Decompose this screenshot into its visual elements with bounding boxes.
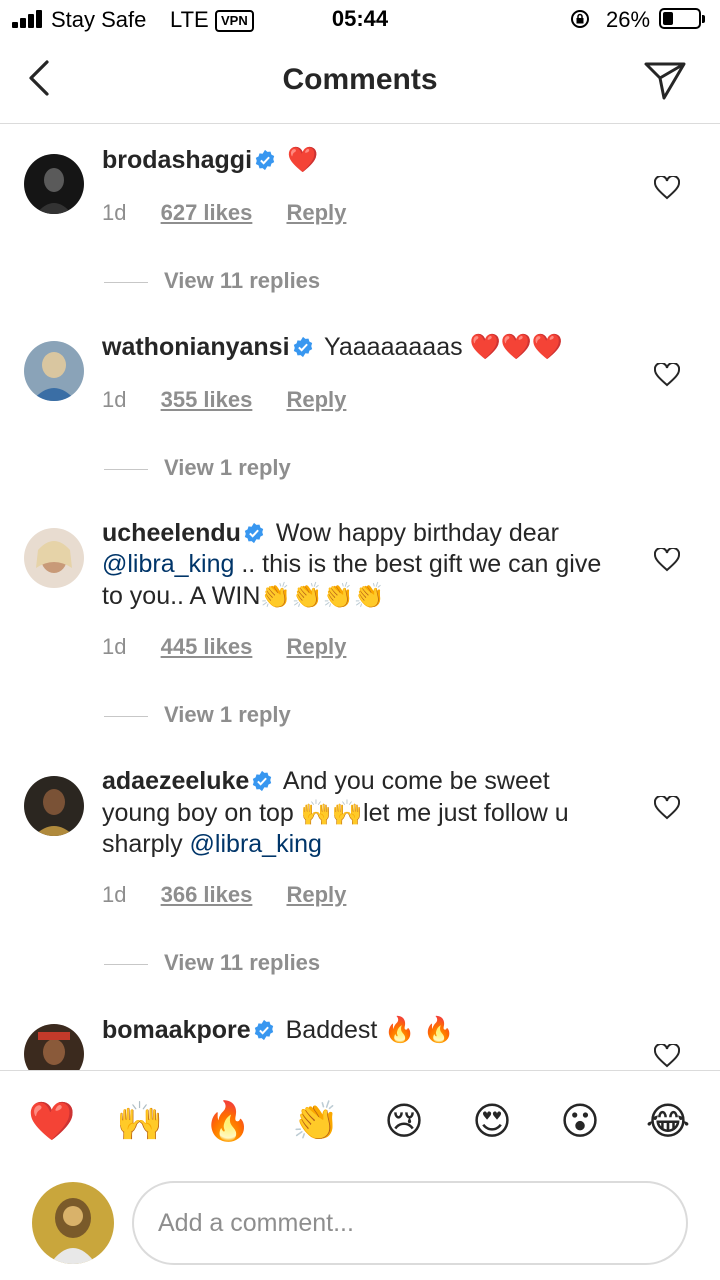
avatar[interactable] xyxy=(24,1024,84,1070)
avatar[interactable] xyxy=(24,776,84,836)
emoji-surprised-button[interactable]: 😮 xyxy=(555,1097,605,1145)
view-replies[interactable]: View 1 reply xyxy=(104,455,291,481)
verified-badge-icon xyxy=(244,522,264,544)
view-replies-label[interactable]: View 11 replies xyxy=(164,268,320,293)
comment-emoji: ❤️❤️❤️ xyxy=(469,332,563,361)
comment-text: adaezeeluke And you come be sweet young … xyxy=(102,766,622,860)
comment-username[interactable]: brodashaggi xyxy=(102,146,252,174)
comment-meta: 1d 366 likes Reply xyxy=(102,882,374,908)
comment-time: 1d xyxy=(102,200,127,225)
comment-time: 1d xyxy=(102,634,127,659)
comment-composer: Add a comment... xyxy=(0,1170,720,1280)
comment-time: 1d xyxy=(102,387,127,412)
comment-input[interactable]: Add a comment... xyxy=(132,1181,688,1265)
comment-emoji: 👏👏👏👏 xyxy=(260,581,385,610)
rotation-lock-icon xyxy=(571,10,589,28)
likes-count[interactable]: 627 likes xyxy=(161,200,253,225)
page-title: Comments xyxy=(282,63,438,96)
comment-time: 1d xyxy=(102,882,127,907)
view-replies-label[interactable]: View 1 reply xyxy=(164,455,291,480)
mention-link[interactable]: @libra_king xyxy=(102,550,234,578)
verified-badge-icon xyxy=(293,336,312,358)
comment-text: brodashaggi ❤️ xyxy=(102,144,622,176)
mention-link[interactable]: @libra_king xyxy=(190,830,322,858)
avatar[interactable] xyxy=(24,341,84,401)
avatar[interactable] xyxy=(24,154,84,214)
battery-icon xyxy=(659,8,705,29)
heart-icon[interactable] xyxy=(654,176,680,200)
comment-text: wathonianyansi Yaaaaaaaas ❤️❤️❤️ xyxy=(102,331,622,363)
comment-body: Baddest xyxy=(285,1016,378,1044)
verified-badge-icon xyxy=(253,770,272,792)
reply-link[interactable]: Reply xyxy=(286,200,346,225)
comment-username[interactable]: ucheelendu xyxy=(102,519,241,547)
paper-plane-icon[interactable] xyxy=(642,58,688,102)
emoji-laughing-button[interactable]: 😂 xyxy=(643,1097,693,1145)
comment-username[interactable]: wathonianyansi xyxy=(102,333,290,361)
comments-list: brodashaggi ❤️ 1d 627 likes Reply View 1… xyxy=(0,124,720,1070)
likes-count[interactable]: 355 likes xyxy=(161,387,253,412)
emoji-cry-button[interactable]: 😢 xyxy=(379,1097,429,1145)
likes-count[interactable]: 366 likes xyxy=(161,882,253,907)
comment-body: Yaaaaaaaas xyxy=(324,333,463,361)
header: Comments xyxy=(0,40,720,124)
heart-icon[interactable] xyxy=(654,363,680,387)
battery-percent: 26% xyxy=(606,7,651,32)
heart-icon[interactable] xyxy=(654,548,680,572)
reply-link[interactable]: Reply xyxy=(286,387,346,412)
view-replies[interactable]: View 11 replies xyxy=(104,268,320,294)
heart-icon[interactable] xyxy=(654,1044,680,1068)
comment-username[interactable]: adaezeeluke xyxy=(102,767,249,795)
view-replies[interactable]: View 11 replies xyxy=(104,950,320,976)
comment-body: Wow happy birthday dear xyxy=(275,519,559,547)
view-replies[interactable]: View 1 reply xyxy=(104,702,291,728)
emoji-raised-hands-button[interactable]: 🙌 xyxy=(115,1097,165,1145)
avatar xyxy=(32,1182,114,1264)
status-bar: Stay Safe LTE VPN 05:44 26% xyxy=(0,0,720,40)
emoji-heart-eyes-button[interactable]: 😍 xyxy=(467,1097,517,1145)
comment-meta: 1d 627 likes Reply xyxy=(102,200,374,226)
likes-count[interactable]: 445 likes xyxy=(161,634,253,659)
comment-emoji: 🙌🙌 xyxy=(300,798,364,827)
reply-link[interactable]: Reply xyxy=(286,882,346,907)
heart-icon[interactable] xyxy=(654,796,680,820)
emoji-clap-button[interactable]: 👏 xyxy=(291,1097,341,1145)
emoji-heart-button[interactable]: ❤️ xyxy=(27,1097,77,1145)
verified-badge-icon xyxy=(254,1019,273,1041)
view-replies-label[interactable]: View 11 replies xyxy=(164,950,320,975)
view-replies-label[interactable]: View 1 reply xyxy=(164,702,291,727)
verified-badge-icon xyxy=(255,149,275,171)
comment-emoji: 🔥 🔥 xyxy=(384,1015,455,1044)
comment-emoji: ❤️ xyxy=(286,145,319,174)
emoji-quick-bar: ❤️ 🙌 🔥 👏 😢 😍 😮 😂 xyxy=(0,1070,720,1171)
comment-username[interactable]: bomaakpore xyxy=(102,1016,251,1044)
comment-meta: 1d 355 likes Reply xyxy=(102,387,374,413)
comment-text: ucheelendu Wow happy birthday dear @libr… xyxy=(102,518,622,612)
comment-text: bomaakpore Baddest 🔥 🔥 xyxy=(102,1014,622,1046)
emoji-fire-button[interactable]: 🔥 xyxy=(203,1097,253,1145)
comment-meta: 1d 445 likes Reply xyxy=(102,634,374,660)
avatar[interactable] xyxy=(24,528,84,588)
reply-link[interactable]: Reply xyxy=(286,634,346,659)
